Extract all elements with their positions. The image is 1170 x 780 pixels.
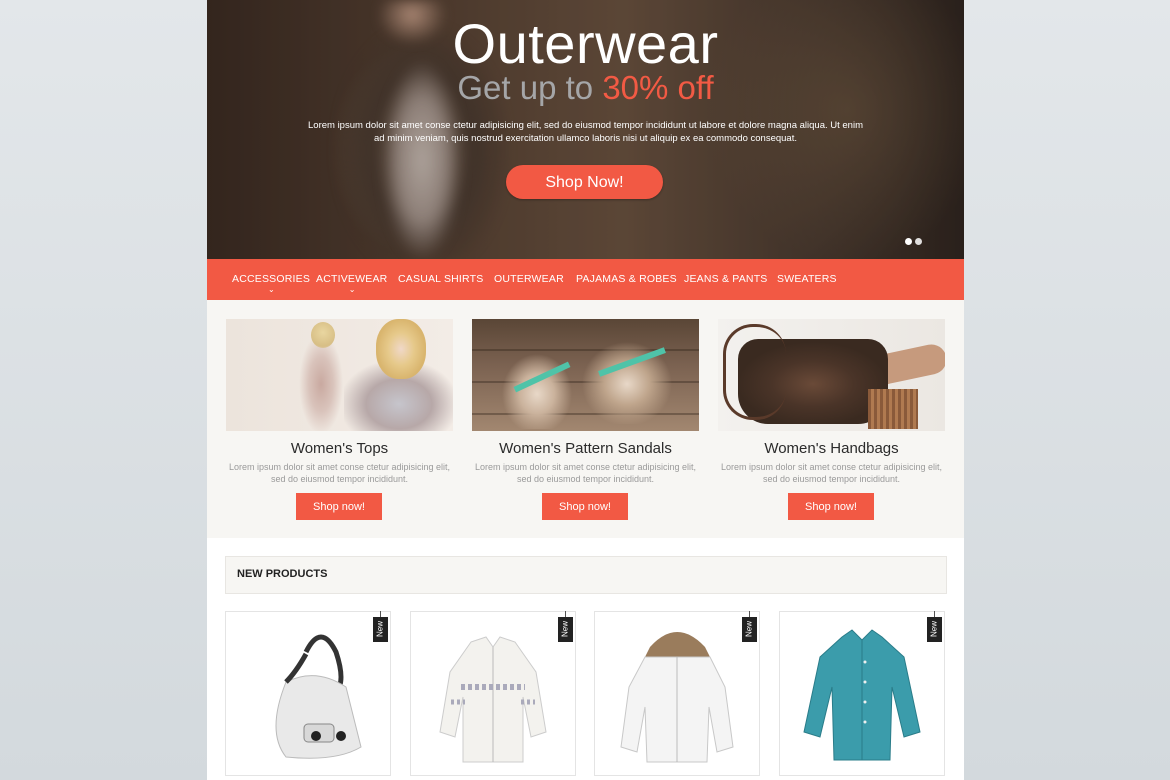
hero-subtitle: Get up to 30% off xyxy=(207,68,964,108)
nav-item-sweaters[interactable]: SWEATERS xyxy=(777,259,837,300)
nav-item-outerwear[interactable]: OUTERWEAR xyxy=(494,259,564,300)
white-handbag-image[interactable] xyxy=(226,612,390,775)
nav-item-jeans-pants[interactable]: JEANS & PANTS xyxy=(684,259,768,300)
nav-item-label: PAJAMAS & ROBES xyxy=(576,273,677,285)
hero-shop-now-button[interactable]: Shop Now! xyxy=(506,165,663,199)
chevron-down-icon: ⌄ xyxy=(268,285,275,294)
product-card[interactable]: New xyxy=(410,611,576,776)
shop-now-button[interactable]: Shop now! xyxy=(542,493,628,520)
new-badge: New xyxy=(742,611,757,642)
nav-item-label: ACTIVEWEAR xyxy=(316,273,388,285)
new-products-header: NEW PRODUCTS xyxy=(225,556,947,594)
hero-description: Lorem ipsum dolor sit amet conse ctetur … xyxy=(308,120,863,144)
nav-item-label: CASUAL SHIRTS xyxy=(398,273,484,285)
white-sweater-image[interactable] xyxy=(411,612,575,775)
slider-dot-2[interactable] xyxy=(915,238,922,245)
category-title[interactable]: Women's Tops xyxy=(226,440,453,458)
teal-shirt-image[interactable] xyxy=(780,612,944,775)
new-badge-label: New xyxy=(560,621,570,638)
new-badge: New xyxy=(373,611,388,642)
new-badge: New xyxy=(558,611,573,642)
nav-item-pajamas-robes[interactable]: PAJAMAS & ROBES xyxy=(576,259,677,300)
handbag-fringe xyxy=(868,389,918,429)
new-badge: New xyxy=(927,611,942,642)
shop-now-button[interactable]: Shop now! xyxy=(788,493,874,520)
nav-item-accessories[interactable]: ACCESSORIES ⌄ xyxy=(232,259,310,300)
shop-now-button[interactable]: Shop now! xyxy=(296,493,382,520)
nav-item-label: JEANS & PANTS xyxy=(684,273,768,285)
nav-item-label: ACCESSORIES xyxy=(232,273,311,285)
category-description: Lorem ipsum dolor sit amet conse ctetur … xyxy=(474,462,697,484)
category-description: Lorem ipsum dolor sit amet conse ctetur … xyxy=(228,462,451,484)
nav-item-label: OUTERWEAR xyxy=(494,273,564,285)
tops-image[interactable] xyxy=(226,319,453,431)
nav-item-casual-shirts[interactable]: CASUAL SHIRTS xyxy=(398,259,483,300)
product-card[interactable]: New xyxy=(225,611,391,776)
new-badge-label: New xyxy=(744,621,754,638)
sandals-image[interactable] xyxy=(472,319,699,431)
category-nav: ACCESSORIES ⌄ ACTIVEWEAR ⌄ CASUAL SHIRTS… xyxy=(207,259,964,300)
hero-subtitle-discount: 30% off xyxy=(602,69,714,106)
sandal-left xyxy=(502,349,572,429)
slider-dot-1[interactable] xyxy=(905,238,912,245)
nav-item-activewear[interactable]: ACTIVEWEAR ⌄ xyxy=(316,259,387,300)
new-badge-label: New xyxy=(929,621,939,638)
hero-title: Outerwear xyxy=(452,12,719,75)
category-title[interactable]: Women's Pattern Sandals xyxy=(472,440,699,458)
product-card[interactable]: New xyxy=(594,611,760,776)
chevron-down-icon: ⌄ xyxy=(348,285,356,294)
white-hooded-jacket-image[interactable] xyxy=(595,612,759,775)
nav-item-label: SWEATERS xyxy=(777,273,837,285)
slider-pagination xyxy=(905,232,925,250)
model-right-head xyxy=(376,319,426,379)
category-banners: Women's Tops Lorem ipsum dolor sit amet … xyxy=(207,300,964,538)
category-description: Lorem ipsum dolor sit amet conse ctetur … xyxy=(720,462,943,484)
new-badge-label: New xyxy=(375,621,385,638)
hero-subtitle-prefix: Get up to xyxy=(457,69,594,106)
handbags-image[interactable] xyxy=(718,319,945,431)
model-left-head xyxy=(311,322,335,348)
section-title: NEW PRODUCTS xyxy=(237,568,328,580)
hero-slider: Outerwear Get up to 30% off Lorem ipsum … xyxy=(207,0,964,259)
category-title[interactable]: Women's Handbags xyxy=(718,440,945,458)
product-card[interactable]: New xyxy=(779,611,945,776)
store-page: Outerwear Get up to 30% off Lorem ipsum … xyxy=(207,0,964,780)
handbag-handle xyxy=(723,324,786,420)
